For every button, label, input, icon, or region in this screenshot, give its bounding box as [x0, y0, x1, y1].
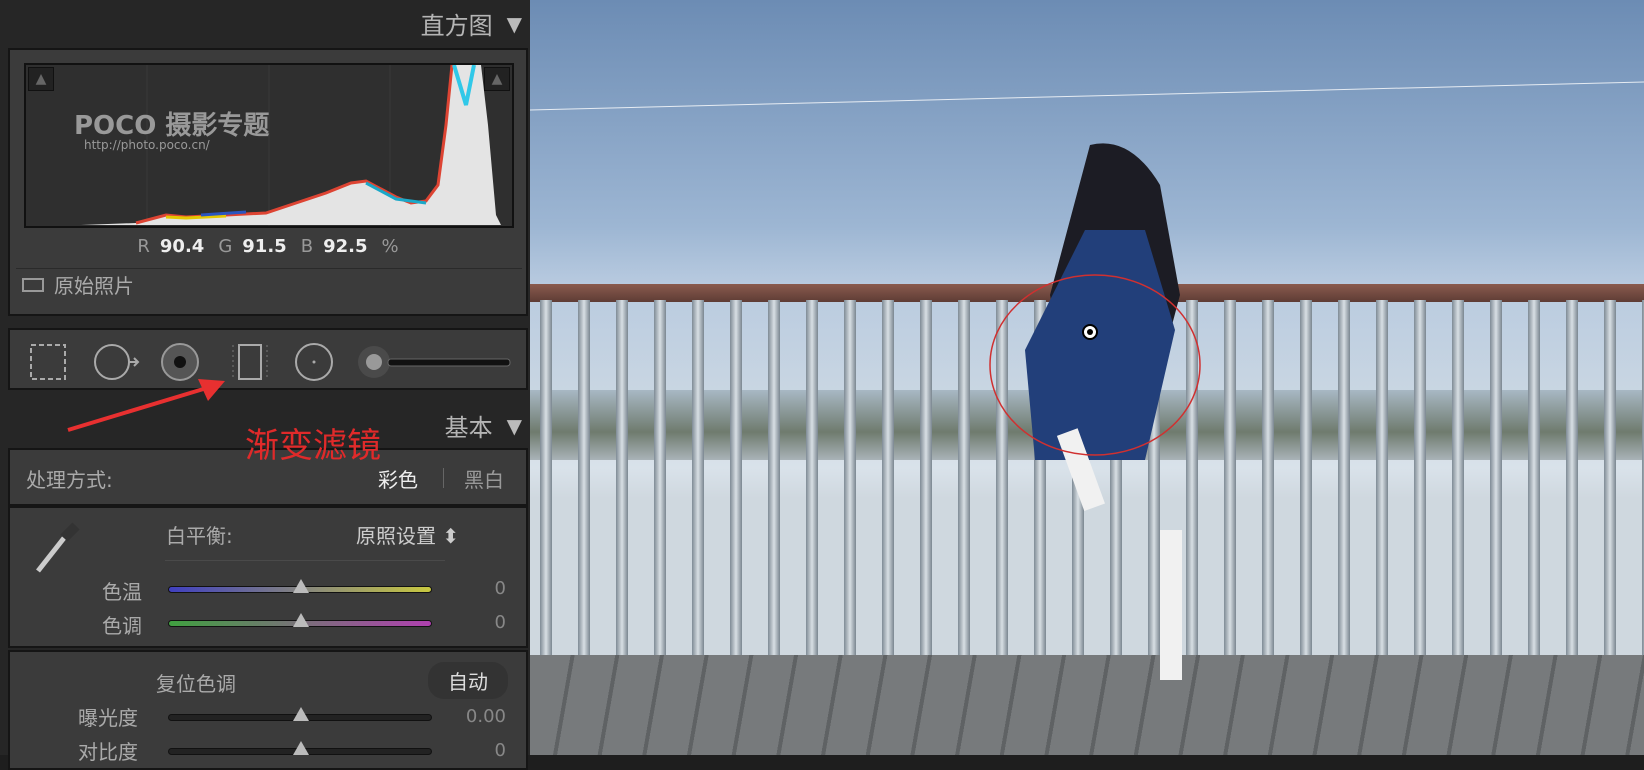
checkbox-icon[interactable] — [22, 277, 44, 292]
photo-canvas[interactable] — [530, 0, 1644, 755]
tone-section: 复位色调 自动 曝光度 0.00 对比度 0 — [8, 650, 528, 770]
histogram-header[interactable]: 直方图 ▼ — [421, 6, 522, 41]
highlight-clipping-toggle[interactable]: ▲ — [484, 67, 510, 91]
contrast-slider[interactable] — [168, 741, 432, 755]
tint-value[interactable]: 0 — [495, 612, 506, 633]
collapse-triangle-icon[interactable]: ▼ — [507, 12, 522, 36]
temp-value[interactable]: 0 — [495, 578, 506, 599]
tint-slider[interactable] — [168, 613, 432, 627]
adjustment-brush-icon[interactable] — [358, 342, 518, 382]
original-photo-checkbox[interactable]: 原始照片 — [22, 270, 134, 299]
histogram-panel: ▲ ▲ POCO 摄影专题 http://photo.poco.cn/ R 90.4… — [8, 48, 528, 316]
eyedropper-icon[interactable] — [28, 516, 88, 578]
slider-thumb[interactable] — [293, 741, 309, 755]
reset-tone-label[interactable]: 复位色调 — [156, 668, 236, 697]
exposure-label: 曝光度 — [78, 706, 138, 730]
temp-label: 色温 — [102, 580, 142, 604]
temp-slider[interactable] — [168, 579, 432, 593]
histogram-graph: ▲ ▲ POCO 摄影专题 http://photo.poco.cn/ — [24, 63, 514, 228]
shadow-clipping-toggle[interactable]: ▲ — [28, 67, 54, 91]
treatment-bw-button[interactable]: 黑白 — [464, 464, 504, 493]
annotation-arrow — [67, 379, 225, 432]
radial-filter-icon[interactable] — [294, 342, 334, 382]
contrast-value[interactable]: 0 — [495, 740, 506, 761]
exposure-slider[interactable] — [168, 707, 432, 721]
wb-label: 白平衡: — [166, 524, 233, 548]
histogram-title: 直方图 — [420, 12, 493, 40]
annotation-label: 渐变滤镜 — [245, 426, 381, 466]
treatment-label: 处理方式: — [26, 468, 113, 492]
basic-header[interactable]: 基本 ▼ — [445, 408, 522, 443]
photo-overlay — [530, 81, 1644, 680]
watermark: POCO 摄影专题 http://photo.poco.cn/ — [74, 111, 270, 152]
tint-label: 色调 — [102, 614, 142, 638]
exposure-value[interactable]: 0.00 — [466, 706, 506, 727]
develop-panel: 直方图 ▼ ▲ ▲ POCO 摄影专题 http://photo.poco.cn/ … — [0, 0, 530, 770]
auto-tone-button[interactable]: 自动 — [428, 662, 508, 699]
treatment-color-button[interactable]: 彩色 — [378, 464, 418, 493]
slider-thumb[interactable] — [293, 613, 309, 627]
rgb-readout: R 90.4 G 91.5 B 92.5% — [137, 236, 399, 257]
basic-title: 基本 — [444, 414, 493, 442]
contrast-label: 对比度 — [78, 740, 138, 764]
slider-thumb[interactable] — [293, 707, 309, 721]
original-photo-label: 原始照片 — [54, 274, 134, 298]
slider-thumb[interactable] — [293, 579, 309, 593]
collapse-triangle-icon[interactable]: ▼ — [507, 414, 522, 438]
white-balance-section: 白平衡: 原照设置 ⬍ 色温 0 色调 0 — [8, 506, 528, 648]
wb-select[interactable]: 原照设置 ⬍ — [356, 520, 459, 549]
